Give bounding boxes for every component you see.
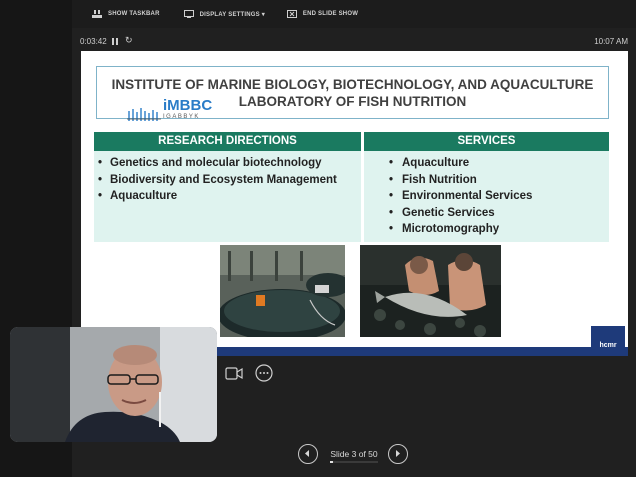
next-icon [396,450,400,457]
logo-text: iMBBC [163,97,213,114]
presenter-tools [224,362,284,384]
services-heading: SERVICES [364,132,609,151]
current-slide: INSTITUTE OF MARINE BIOLOGY, BIOTECHNOLO… [81,51,628,356]
list-item: Aquaculture [364,155,609,172]
list-item: Environmental Services [364,188,609,205]
slide-progress-fill [330,461,333,463]
display-settings-label: DISPLAY SETTINGS ▾ [199,11,265,18]
imbbc-logo-mark-icon [127,108,161,121]
previous-icon [305,450,309,457]
imbbc-logo: iMBBC IGABBYK [111,95,221,127]
restart-timer-icon[interactable]: ↻ [125,35,133,46]
list-item: Microtomography [364,221,609,238]
list-item: Aquaculture [94,188,361,205]
services-panel: SERVICES Aquaculture Fish Nutrition Envi… [364,132,609,242]
research-list: Genetics and molecular biotechnology Bio… [94,151,361,205]
presenter-view: SHOW TASKBAR DISPLAY SETTINGS ▾ END SLID… [0,0,636,477]
list-item: Genetic Services [364,205,609,222]
presenter-webcam-feed [10,327,217,442]
previous-slide-button[interactable] [298,444,318,464]
list-item: Fish Nutrition [364,172,609,189]
more-options-icon [255,364,273,382]
next-slide-button[interactable] [388,444,408,464]
slide-navigation: Slide 3 of 50 [298,443,410,465]
services-list: Aquaculture Fish Nutrition Environmental… [364,151,609,238]
video-camera-icon [225,366,243,380]
list-item: Biodiversity and Ecosystem Management [94,172,361,189]
current-time: 10:07 AM [594,37,628,46]
end-slide-show-label: END SLIDE SHOW [302,11,359,17]
camera-toggle-button[interactable] [224,363,244,383]
show-taskbar-label: SHOW TASKBAR [108,11,160,17]
display-settings-button[interactable]: DISPLAY SETTINGS ▾ [183,10,265,18]
end-show-icon [286,10,297,18]
research-directions-heading: RESEARCH DIRECTIONS [94,132,361,151]
pause-icon[interactable] [112,38,118,45]
more-options-button[interactable] [254,363,274,383]
fish-handling-photo [360,245,501,337]
end-slide-show-button[interactable]: END SLIDE SHOW [286,10,359,18]
elapsed-timer: 0:03:42 [80,37,107,46]
slide-title-line1: INSTITUTE OF MARINE BIOLOGY, BIOTECHNOLO… [111,77,594,92]
logo-subtext: IGABBYK [163,114,200,120]
presenter-toolbar: SHOW TASKBAR DISPLAY SETTINGS ▾ END SLID… [72,0,636,28]
display-icon [183,10,194,18]
list-item: Genetics and molecular biotechnology [94,155,361,172]
slide-progress-track [330,461,378,463]
taskbar-icon [92,10,102,18]
status-row: 0:03:42 ↻ 10:07 AM [72,34,636,48]
hcmr-logo: hcmr [591,326,625,356]
show-taskbar-button[interactable]: SHOW TASKBAR [92,10,160,18]
aquaculture-tanks-photo [220,245,345,337]
slide-counter[interactable]: Slide 3 of 50 [324,449,384,459]
research-directions-panel: RESEARCH DIRECTIONS Genetics and molecul… [94,132,361,242]
